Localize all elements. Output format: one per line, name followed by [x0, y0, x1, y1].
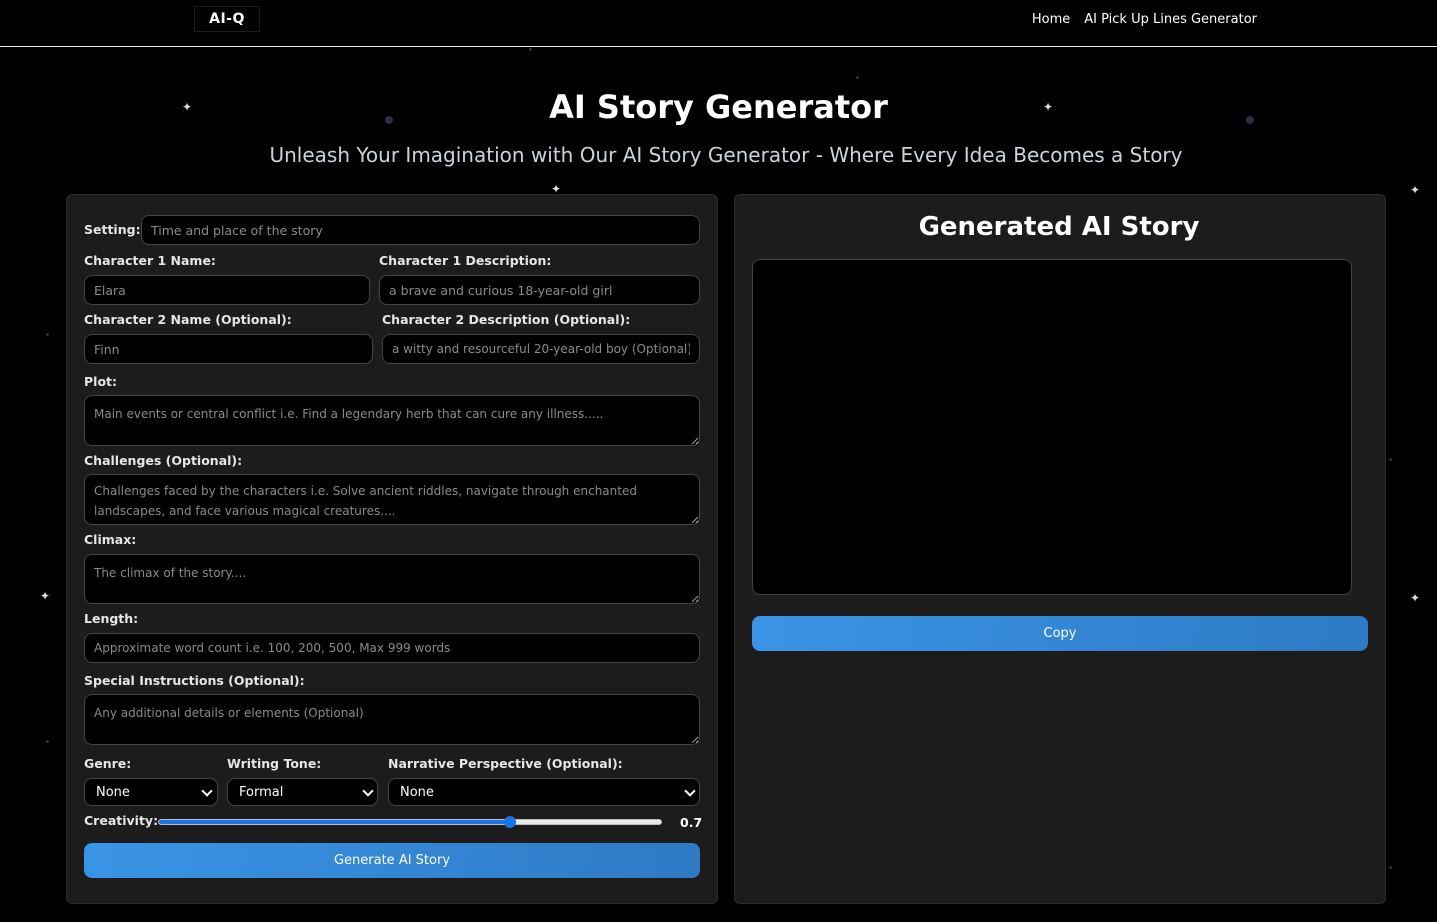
nav-link-pickup-lines[interactable]: AI Pick Up Lines Generator	[1084, 12, 1257, 27]
star-speck	[46, 333, 49, 336]
plot-label: Plot:	[84, 374, 118, 389]
genre-label: Genre:	[84, 756, 132, 771]
climax-textarea[interactable]	[84, 554, 700, 604]
special-instructions-label: Special Instructions (Optional):	[84, 673, 305, 688]
navbar: AI-Q Home AI Pick Up Lines Generator	[0, 0, 1437, 47]
writing-tone-select[interactable]: Formal	[227, 778, 378, 806]
copy-button[interactable]: Copy	[752, 616, 1368, 651]
nav-links: Home AI Pick Up Lines Generator	[1032, 12, 1257, 27]
logo[interactable]: AI-Q	[194, 6, 260, 32]
nav-link-home[interactable]: Home	[1032, 12, 1070, 27]
character2-name-label: Character 2 Name (Optional):	[84, 312, 292, 327]
generate-story-button[interactable]: Generate AI Story	[84, 843, 700, 878]
genre-select[interactable]: None	[84, 778, 218, 806]
generated-story-output[interactable]	[752, 259, 1352, 595]
length-input[interactable]	[84, 633, 700, 663]
character2-description-input[interactable]	[382, 334, 700, 364]
star-icon: ✦	[40, 589, 51, 603]
star-speck	[856, 76, 859, 79]
setting-input[interactable]	[141, 215, 700, 245]
challenges-textarea[interactable]	[84, 474, 700, 525]
character1-description-input[interactable]	[379, 275, 700, 305]
character1-name-label: Character 1 Name:	[84, 253, 216, 268]
creativity-slider[interactable]	[158, 816, 662, 828]
character2-name-input[interactable]	[84, 334, 373, 364]
creativity-slider-fill	[159, 820, 511, 824]
length-label: Length:	[84, 611, 139, 626]
creativity-value: 0.7	[680, 815, 703, 830]
character1-name-input[interactable]	[84, 275, 370, 305]
page-title: AI Story Generator	[549, 88, 888, 126]
generated-story-title: Generated AI Story	[918, 212, 1200, 242]
character1-description-label: Character 1 Description:	[379, 253, 552, 268]
writing-tone-label: Writing Tone:	[227, 756, 322, 771]
setting-label: Setting:	[84, 222, 141, 237]
star-speck	[1389, 458, 1392, 461]
special-instructions-textarea[interactable]	[84, 694, 700, 745]
challenges-label: Challenges (Optional):	[84, 453, 243, 468]
character2-description-label: Character 2 Description (Optional):	[382, 312, 631, 327]
star-speck	[529, 48, 532, 51]
star-icon: ✦	[1410, 591, 1421, 605]
narrative-perspective-select[interactable]: None	[388, 778, 700, 806]
star-speck	[46, 740, 49, 743]
creativity-label: Creativity:	[84, 813, 159, 828]
star-speck	[1389, 866, 1392, 869]
climax-label: Climax:	[84, 532, 137, 547]
narrative-perspective-label: Narrative Perspective (Optional):	[388, 756, 623, 771]
plot-textarea[interactable]	[84, 395, 700, 446]
star-icon: ✦	[1410, 183, 1421, 197]
page-subtitle: Unleash Your Imagination with Our AI Sto…	[269, 143, 1183, 167]
